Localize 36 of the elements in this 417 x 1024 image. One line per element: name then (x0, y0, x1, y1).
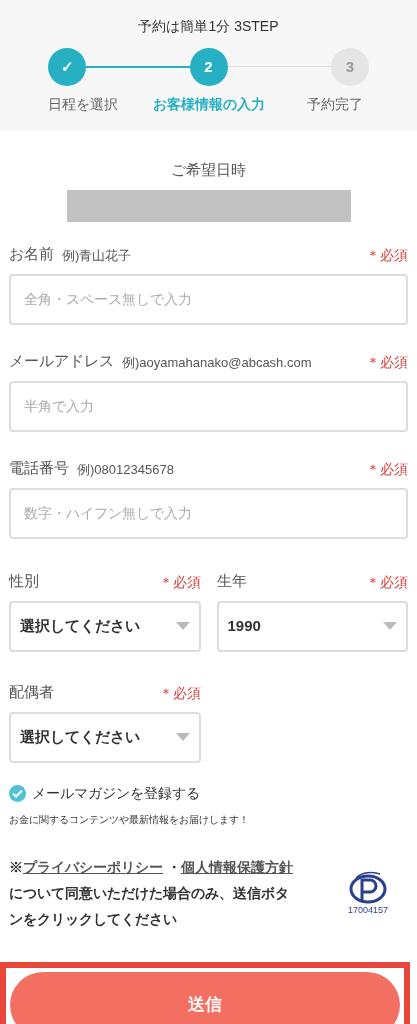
newsletter-checkbox[interactable]: メールマガジンを登録する (9, 782, 408, 804)
privacy-mark-icon (347, 869, 388, 904)
required-label: ＊必須 (366, 245, 408, 265)
dropdown-caret-icon (383, 622, 397, 630)
required-label: ＊必須 (366, 459, 408, 479)
field-label: 配偶者 (9, 682, 54, 702)
field-label: 生年 (216, 571, 247, 591)
field-label: 性別 (9, 571, 39, 591)
consent-text: ※プライバシーポリシー ・個人情報保護方針 について同意いただけた場合のみ、送信ボタンをクリックしてください (9, 857, 294, 929)
input-field[interactable]: 全角・スペース無しで入力 (9, 273, 408, 325)
input-field[interactable]: 数字・ハイフン無しで入力 (9, 487, 408, 539)
select-field[interactable]: 選択してください (9, 711, 201, 763)
step-label: 予約完了 (305, 95, 364, 114)
header-title: 予約は簡単1分 3STEP (138, 18, 279, 34)
field-label: お名前 (9, 244, 54, 264)
field-label: メールアドレス (9, 351, 114, 371)
privacy-policy-link[interactable]: プライバシーポリシー (23, 858, 163, 875)
field-example: 例)aoyamahanako@abcash.com (122, 354, 312, 372)
required-label: ＊必須 (366, 572, 408, 592)
personal-info-policy-link[interactable]: 個人情報保護方針 (180, 858, 293, 875)
privacy-mark-number: 17004157 (347, 903, 388, 917)
dropdown-caret-icon (175, 733, 190, 741)
field-example: 例)08012345678 (77, 461, 174, 479)
step-label: 日程を選択 (46, 95, 119, 114)
dropdown-caret-icon (175, 622, 190, 630)
field-label: 電話番号 (9, 458, 69, 478)
input-field[interactable]: 半角で入力 (9, 380, 408, 432)
select-field[interactable]: 1990 (216, 600, 408, 652)
required-label: ＊必須 (366, 352, 408, 372)
newsletter-note: お金に関するコンテンツや最新情報をお届けします！ (9, 813, 249, 825)
required-label: ＊必須 (158, 683, 201, 703)
schedule-label: ご希望日時 (171, 160, 246, 180)
required-label: ＊必須 (158, 572, 201, 592)
field-example: 例)青山花子 (62, 247, 132, 265)
select-field[interactable]: 選択してください (9, 600, 201, 652)
step-label: お客様情報の入力 (151, 95, 266, 114)
